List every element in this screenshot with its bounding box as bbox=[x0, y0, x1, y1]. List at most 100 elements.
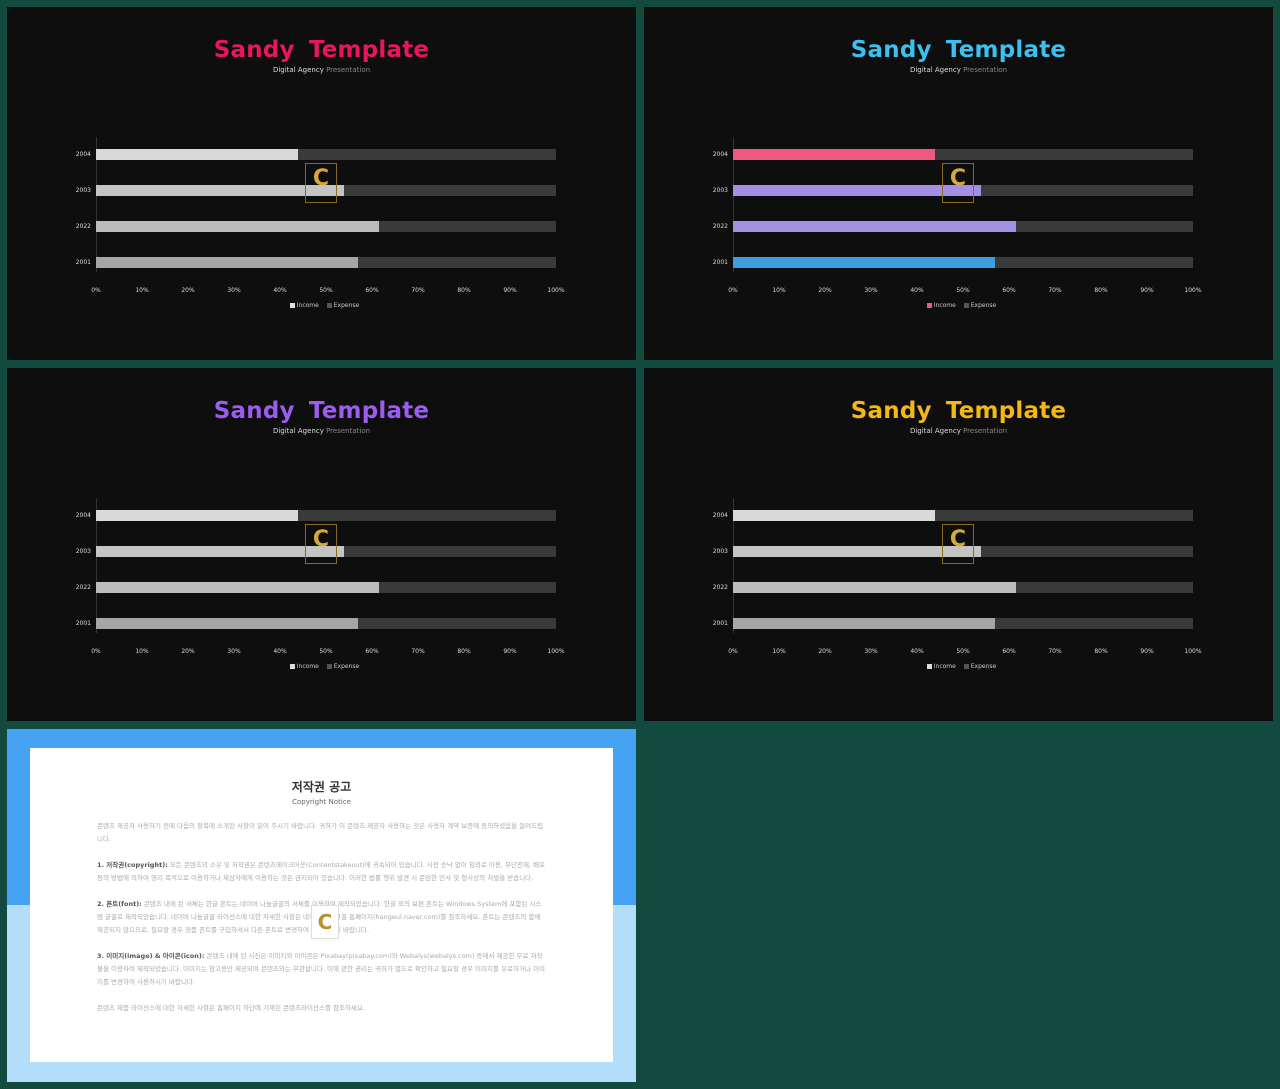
slide-3[interactable]: Sandy Template Digital Agency Presentati… bbox=[7, 368, 636, 721]
x-tick-label: 100% bbox=[1184, 648, 1202, 655]
slide-1[interactable]: Sandy Template Digital Agency Presentati… bbox=[7, 7, 636, 360]
expense-bar bbox=[96, 149, 556, 160]
legend-expense: Expense bbox=[970, 663, 997, 670]
expense-bar bbox=[733, 582, 1193, 593]
subtitle-bold: Digital Agency bbox=[909, 427, 961, 435]
x-tick-label: 100% bbox=[547, 648, 565, 655]
subtitle-bold: Digital Agency bbox=[909, 66, 961, 74]
chart-legend: Income Expense bbox=[644, 663, 1273, 670]
income-bar bbox=[733, 510, 936, 521]
subtitle-rest: Presentation bbox=[326, 427, 371, 435]
category-label: 2001 bbox=[75, 259, 91, 266]
legend-swatch-expense bbox=[963, 664, 969, 669]
x-tick-label: 0% bbox=[728, 287, 738, 294]
watermark-logo: C bbox=[305, 163, 337, 203]
slide-title: Sandy Template bbox=[213, 398, 430, 424]
section-heading: 1. 저작권(copyright): bbox=[97, 861, 168, 869]
legend-swatch-income bbox=[289, 303, 295, 308]
watermark-logo: C bbox=[305, 524, 337, 564]
x-tick-label: 60% bbox=[1002, 287, 1016, 294]
chart-legend: Income Expense bbox=[644, 302, 1273, 309]
x-tick-label: 40% bbox=[910, 648, 924, 655]
x-tick-label: 70% bbox=[411, 287, 425, 294]
category-label: 2004 bbox=[712, 151, 728, 158]
slide-2[interactable]: Sandy Template Digital Agency Presentati… bbox=[644, 7, 1273, 360]
expense-bar bbox=[96, 582, 556, 593]
subtitle-rest: Presentation bbox=[326, 66, 371, 74]
category-label: 2003 bbox=[712, 548, 728, 555]
legend-swatch-expense bbox=[326, 664, 332, 669]
x-tick-label: 20% bbox=[181, 287, 195, 294]
income-bar bbox=[96, 221, 379, 232]
copyright-subtitle: Copyright Notice bbox=[292, 798, 351, 806]
category-label: 2022 bbox=[712, 584, 728, 591]
slide-subtitle: Digital Agency Presentation bbox=[644, 427, 1273, 435]
copyright-intro: 콘텐츠 제공자 사용하기 전에 다음의 항목에 소개된 사항이 읽어 주시기 바… bbox=[97, 822, 544, 843]
x-tick-label: 80% bbox=[457, 648, 471, 655]
category-label: 2004 bbox=[75, 512, 91, 519]
category-label: 2004 bbox=[75, 151, 91, 158]
subtitle-bold: Digital Agency bbox=[272, 427, 324, 435]
x-tick-label: 40% bbox=[273, 287, 287, 294]
x-tick-label: 30% bbox=[864, 648, 878, 655]
income-bar bbox=[96, 582, 379, 593]
watermark-logo: C bbox=[942, 524, 974, 564]
income-bar bbox=[733, 149, 936, 160]
x-tick-label: 80% bbox=[1094, 648, 1108, 655]
legend-expense: Expense bbox=[333, 663, 360, 670]
copyright-section-3: 3. 이미지(image) & 아이콘(icon): 콘텐츠 내에 된 사진은 … bbox=[97, 950, 546, 989]
legend-swatch-income bbox=[926, 303, 932, 308]
x-tick-label: 60% bbox=[1002, 648, 1016, 655]
x-tick-label: 90% bbox=[503, 648, 517, 655]
expense-bar bbox=[96, 257, 556, 268]
expense-bar bbox=[733, 257, 1193, 268]
income-bar bbox=[733, 582, 1016, 593]
expense-bar bbox=[733, 221, 1193, 232]
category-label: 2022 bbox=[75, 584, 91, 591]
subtitle-rest: Presentation bbox=[963, 66, 1008, 74]
category-label: 2003 bbox=[75, 187, 91, 194]
category-label: 2001 bbox=[75, 620, 91, 627]
x-tick-label: 40% bbox=[910, 287, 924, 294]
expense-bar bbox=[96, 618, 556, 629]
watermark-logo: C bbox=[942, 163, 974, 203]
category-label: 2001 bbox=[712, 259, 728, 266]
income-bar bbox=[96, 149, 299, 160]
legend-expense: Expense bbox=[333, 302, 360, 309]
category-label: 2004 bbox=[712, 512, 728, 519]
slide-title: Sandy Template bbox=[850, 37, 1067, 63]
x-tick-label: 50% bbox=[319, 648, 333, 655]
income-bar bbox=[733, 221, 1016, 232]
copyright-section-1: 1. 저작권(copyright): 모든 콘텐츠의 소유 및 저작권은 콘텐츠… bbox=[97, 859, 546, 885]
slide-subtitle: Digital Agency Presentation bbox=[7, 427, 636, 435]
expense-bar bbox=[96, 510, 556, 521]
copyright-footer: 콘텐츠 제품 라이선스에 대한 자세한 사항은 홈페이지 하단에 기재된 콘텐츠… bbox=[97, 1004, 365, 1012]
category-label: 2003 bbox=[712, 187, 728, 194]
x-tick-label: 70% bbox=[411, 648, 425, 655]
x-tick-label: 70% bbox=[1048, 648, 1062, 655]
income-bar bbox=[733, 618, 996, 629]
legend-income: Income bbox=[296, 302, 319, 309]
x-tick-label: 80% bbox=[1094, 287, 1108, 294]
x-tick-label: 60% bbox=[365, 287, 379, 294]
x-tick-label: 60% bbox=[365, 648, 379, 655]
section-heading: 3. 이미지(image) & 아이콘(icon): bbox=[97, 952, 205, 960]
x-tick-label: 50% bbox=[956, 648, 970, 655]
x-tick-label: 10% bbox=[772, 287, 786, 294]
x-tick-label: 100% bbox=[1184, 287, 1202, 294]
legend-swatch-expense bbox=[963, 303, 969, 308]
section-heading: 2. 폰트(font): bbox=[97, 900, 142, 908]
slide-title: Sandy Template bbox=[213, 37, 430, 63]
x-tick-label: 90% bbox=[1140, 287, 1154, 294]
slide-title: Sandy Template bbox=[850, 398, 1067, 424]
watermark-logo: C bbox=[311, 905, 339, 939]
subtitle-bold: Digital Agency bbox=[272, 66, 324, 74]
category-label: 2022 bbox=[75, 223, 91, 230]
income-bar bbox=[733, 257, 996, 268]
copyright-slide[interactable]: 저작권 공고 Copyright Notice 콘텐츠 제공자 사용하기 전에 … bbox=[7, 729, 636, 1082]
copyright-card: 저작권 공고 Copyright Notice 콘텐츠 제공자 사용하기 전에 … bbox=[30, 748, 613, 1062]
legend-income: Income bbox=[933, 302, 956, 309]
slide-4[interactable]: Sandy Template Digital Agency Presentati… bbox=[644, 368, 1273, 721]
category-label: 2001 bbox=[712, 620, 728, 627]
x-tick-label: 50% bbox=[956, 287, 970, 294]
